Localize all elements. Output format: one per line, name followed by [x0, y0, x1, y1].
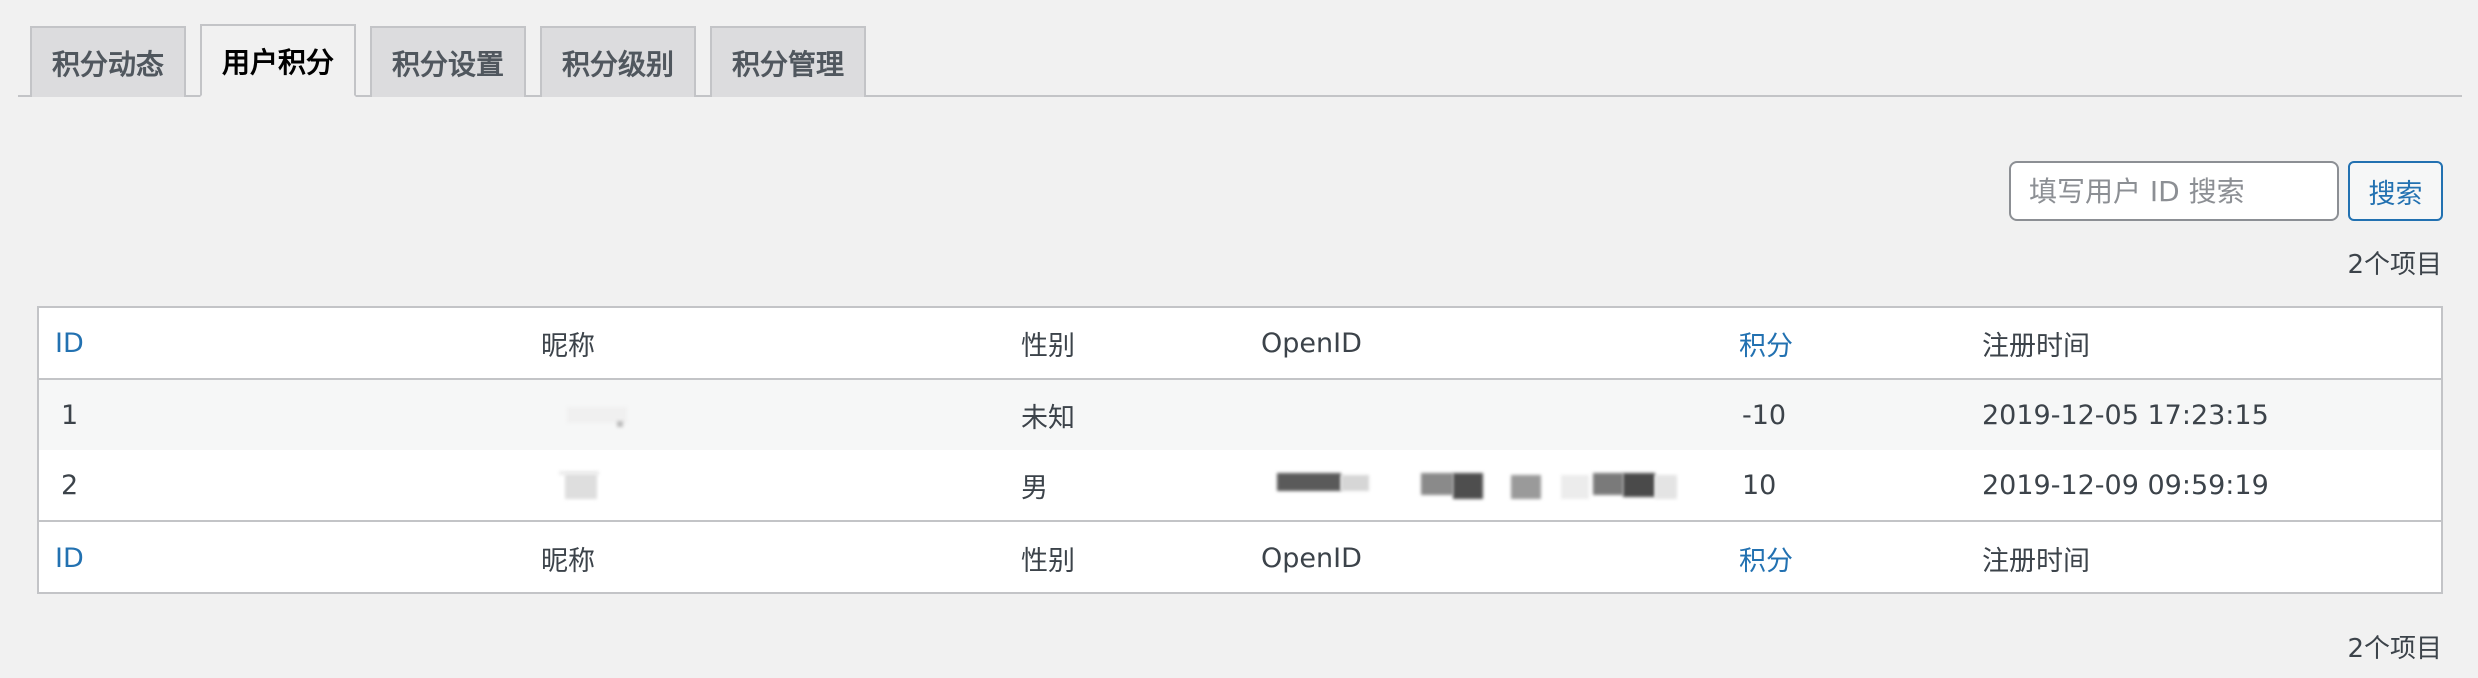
footer-column-registered: 注册时间 — [1982, 545, 2090, 577]
users-points-table: ID 昵称 性别 OpenID 积分 注册时间 1 未知 -10 2019-12… — [37, 306, 2443, 594]
item-count-bottom: 2个项目 — [2347, 634, 2442, 664]
table-header-row: ID 昵称 性别 OpenID 积分 注册时间 — [39, 308, 2441, 380]
footer-column-openid: OpenID — [1261, 542, 1362, 574]
tab-points-settings[interactable]: 积分设置 — [370, 26, 526, 97]
column-gender: 性别 — [1021, 330, 1075, 362]
search-input[interactable] — [2009, 161, 2339, 221]
cell-id: 2 — [61, 469, 79, 501]
cell-gender: 男 — [1021, 472, 1048, 504]
tab-points-activity[interactable]: 积分动态 — [30, 26, 186, 97]
footer-column-id-sortable[interactable]: ID — [55, 543, 84, 574]
column-nickname: 昵称 — [541, 330, 595, 362]
column-openid: OpenID — [1261, 327, 1362, 359]
cell-points: 10 — [1742, 469, 1777, 501]
cell-registered: 2019-12-05 17:23:15 — [1982, 399, 2269, 431]
column-id-sortable[interactable]: ID — [55, 328, 84, 359]
table-row: 1 未知 -10 2019-12-05 17:23:15 — [39, 380, 2441, 450]
tab-points-levels[interactable]: 积分级别 — [540, 26, 696, 97]
footer-column-points-sortable[interactable]: 积分 — [1739, 539, 1793, 578]
cell-registered: 2019-12-09 09:59:19 — [1982, 469, 2269, 501]
column-registered: 注册时间 — [1982, 330, 2090, 362]
footer-column-nickname: 昵称 — [541, 545, 595, 577]
item-count-top: 2个项目 — [2347, 250, 2442, 280]
footer-column-gender: 性别 — [1021, 545, 1075, 577]
tab-bar: 积分动态 用户积分 积分设置 积分级别 积分管理 — [18, 24, 2462, 97]
search-button[interactable]: 搜索 — [2348, 161, 2443, 221]
cell-points: -10 — [1742, 399, 1787, 431]
column-points-sortable[interactable]: 积分 — [1739, 324, 1793, 363]
tab-points-management[interactable]: 积分管理 — [710, 26, 866, 97]
cell-gender: 未知 — [1021, 402, 1075, 434]
table-row: 2 男 10 2019-12-09 09:59:19 — [39, 450, 2441, 520]
cell-id: 1 — [61, 399, 79, 431]
tab-user-points[interactable]: 用户积分 — [200, 24, 356, 97]
table-footer-row: ID 昵称 性别 OpenID 积分 注册时间 — [39, 520, 2441, 594]
page: 积分动态 用户积分 积分设置 积分级别 积分管理 搜索 2个项目 ID 昵称 性… — [0, 0, 2478, 678]
